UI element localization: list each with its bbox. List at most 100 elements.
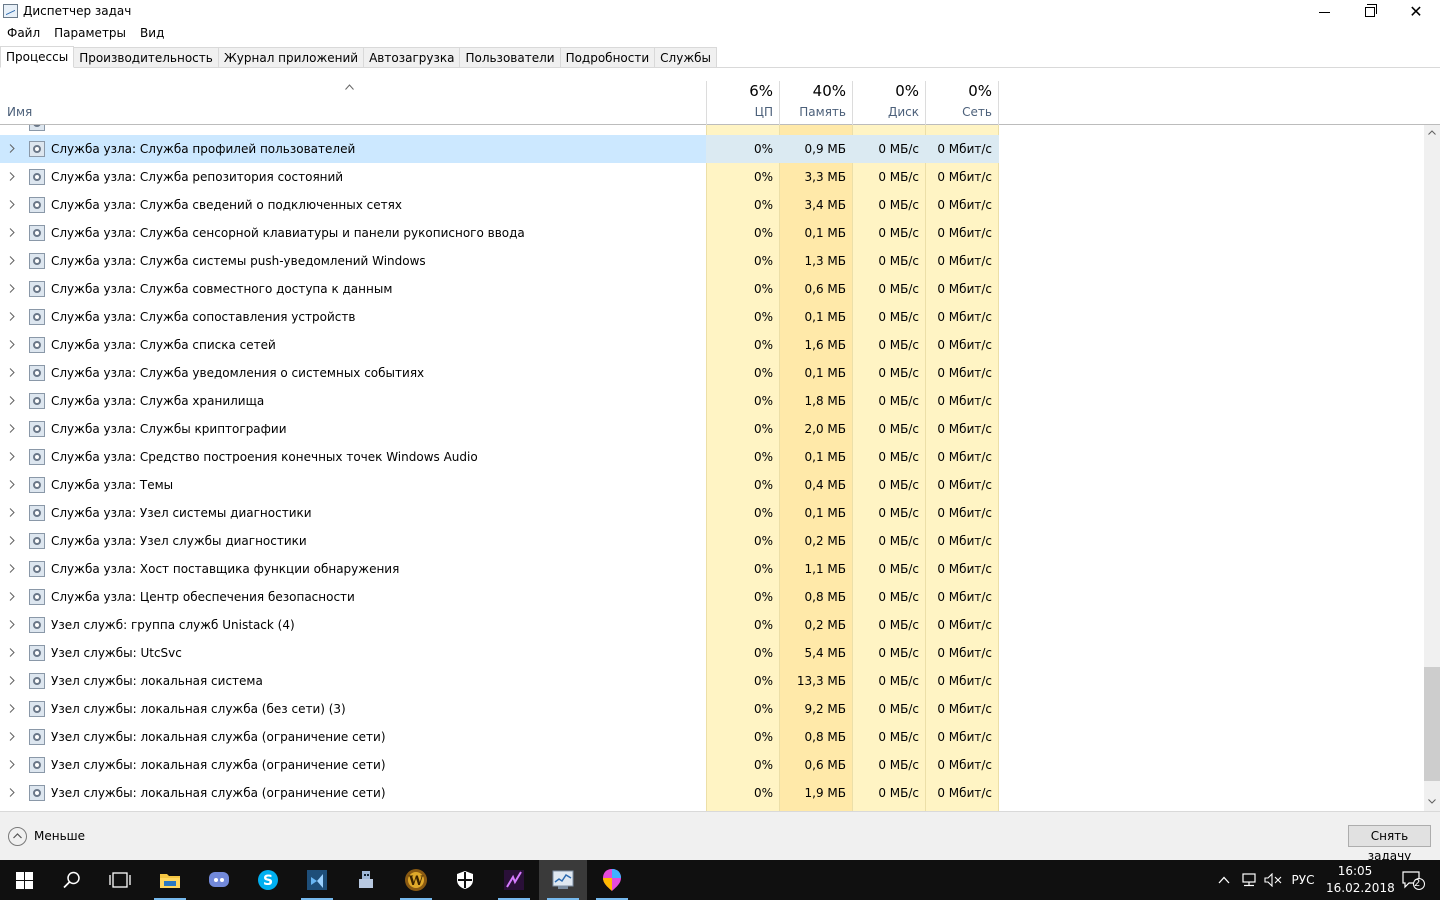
expand-chevron-icon[interactable]: [9, 256, 15, 265]
expand-chevron-icon[interactable]: [9, 732, 15, 741]
table-row[interactable]: Служба узла: Служба списка сетей 0% 1,6 МБ…: [0, 331, 999, 359]
table-row[interactable]: Служба узла: Служба совместного доступа …: [0, 275, 999, 303]
table-row[interactable]: Служба узла: Служба профилей пользовател…: [0, 135, 999, 163]
table-row[interactable]: Узел службы: локальная система 0% 13,3 МБ 0…: [0, 667, 999, 695]
close-button[interactable]: ✕: [1393, 0, 1439, 24]
column-cpu[interactable]: 6% ЦП: [706, 81, 779, 125]
expand-chevron-icon[interactable]: [9, 424, 15, 433]
expand-chevron-icon[interactable]: [9, 788, 15, 797]
table-row[interactable]: Служба узла: Средство построения конечны…: [0, 443, 999, 471]
process-name: Служба узла: Служба системы push-уведомл…: [51, 254, 426, 268]
table-row[interactable]: Служба узла: Служба сенсорной клавиатуры…: [0, 219, 999, 247]
maximize-button[interactable]: [1347, 0, 1393, 24]
show-hidden-icons-button[interactable]: [1214, 860, 1234, 900]
table-row[interactable]: Узел службы: локальная служба (без сети)…: [0, 695, 999, 723]
start-button[interactable]: [0, 860, 48, 900]
tab-users[interactable]: Пользователи: [460, 47, 561, 68]
clock[interactable]: 16:05 16.02.2018: [1326, 863, 1395, 897]
column-name[interactable]: Имя: [7, 105, 32, 119]
taskbar-discord[interactable]: [195, 860, 243, 900]
table-row[interactable]: Служба узла: Службы криптографии 0% 2,0 МБ…: [0, 415, 999, 443]
table-row[interactable]: Узел службы: локальная служба (ограничен…: [0, 779, 999, 807]
tab-services[interactable]: Службы: [655, 47, 718, 68]
service-gear-icon: [29, 785, 45, 801]
table-row[interactable]: Узел службы: UtcSvc 0% 5,4 МБ 0 МБ/с 0 Мбит/…: [0, 639, 999, 667]
table-row[interactable]: Служба узла: Узел системы диагностики 0% 0…: [0, 499, 999, 527]
expand-chevron-icon[interactable]: [9, 508, 15, 517]
table-row[interactable]: Служба узла: Центр обеспечения безопасно…: [0, 583, 999, 611]
task-view-button[interactable]: [96, 860, 144, 900]
action-center-button[interactable]: 2: [1393, 860, 1433, 900]
expand-chevron-icon[interactable]: [9, 396, 15, 405]
tab-processes[interactable]: Процессы: [0, 46, 75, 68]
process-network: 0 Мбит/с: [937, 170, 992, 184]
taskbar-visual-studio[interactable]: [293, 860, 341, 900]
table-row[interactable]: Узел службы: локальная служба (ограничен…: [0, 723, 999, 751]
expand-chevron-icon[interactable]: [9, 284, 15, 293]
expand-chevron-icon[interactable]: [9, 144, 15, 153]
tab-app-history[interactable]: Журнал приложений: [218, 47, 365, 68]
minimize-button[interactable]: [1301, 0, 1347, 24]
column-disk[interactable]: 0% Диск: [852, 81, 925, 125]
table-row[interactable]: Служба узла: Служба системы push-уведомл…: [0, 247, 999, 275]
taskbar-paint-3d[interactable]: [588, 860, 636, 900]
expand-chevron-icon[interactable]: [9, 172, 15, 181]
taskbar-windows-defender[interactable]: [441, 860, 489, 900]
expand-chevron-icon[interactable]: [9, 480, 15, 489]
table-row[interactable]: Служба узла: Темы 0% 0,4 МБ 0 МБ/с 0 Мбит/с: [0, 471, 999, 499]
table-row[interactable]: Служба узла: Служба хранилища 0% 1,8 МБ 0 М…: [0, 387, 999, 415]
tab-performance[interactable]: Производительность: [74, 47, 219, 68]
taskbar-task-manager[interactable]: [539, 860, 587, 900]
table-row[interactable]: Служба узла: Узел службы диагностики 0% 0,…: [0, 527, 999, 555]
column-network[interactable]: 0% Сеть: [925, 81, 999, 125]
taskbar-skype[interactable]: S: [244, 860, 292, 900]
table-row[interactable]: Служба узла: Служба репозитория состояни…: [0, 163, 999, 191]
process-memory: 1,6 МБ: [804, 338, 846, 352]
expand-chevron-icon[interactable]: [9, 760, 15, 769]
scroll-down-arrow-icon[interactable]: [1428, 799, 1436, 804]
taskbar-file-explorer[interactable]: [146, 860, 194, 900]
language-indicator[interactable]: РУС: [1288, 860, 1318, 900]
expand-chevron-icon[interactable]: [9, 452, 15, 461]
expand-chevron-icon[interactable]: [9, 200, 15, 209]
fewer-details-link[interactable]: Меньше: [34, 829, 85, 843]
expand-chevron-icon[interactable]: [9, 704, 15, 713]
taskbar-game-app[interactable]: [342, 860, 390, 900]
tab-details[interactable]: Подробности: [560, 47, 656, 68]
volume-tray-button[interactable]: [1262, 860, 1284, 900]
table-row-clipped[interactable]: [0, 125, 999, 135]
expand-chevron-icon[interactable]: [9, 564, 15, 573]
expand-chevron-icon[interactable]: [9, 592, 15, 601]
table-row[interactable]: Узел служб: группа служб Unistack (4) 0% 0…: [0, 611, 999, 639]
expand-chevron-icon[interactable]: [9, 620, 15, 629]
table-row[interactable]: Служба узла: Служба уведомления о систем…: [0, 359, 999, 387]
tab-startup[interactable]: Автозагрузка: [364, 47, 461, 68]
scrollbar-thumb[interactable]: [1424, 667, 1440, 781]
expand-chevron-icon[interactable]: [9, 368, 15, 377]
menu-view[interactable]: Вид: [133, 24, 171, 43]
table-row[interactable]: Служба узла: Хост поставщика функции обн…: [0, 555, 999, 583]
table-row[interactable]: Служба узла: Служба сведений о подключен…: [0, 191, 999, 219]
table-row[interactable]: Служба узла: Служба сопоставления устрой…: [0, 303, 999, 331]
menu-file[interactable]: Файл: [0, 24, 47, 43]
taskbar-purple-app[interactable]: [490, 860, 538, 900]
expand-chevron-icon[interactable]: [9, 536, 15, 545]
sort-ascending-icon[interactable]: [345, 84, 354, 90]
expand-chevron-icon[interactable]: [9, 312, 15, 321]
expand-chevron-icon[interactable]: [9, 676, 15, 685]
network-tray-button[interactable]: [1238, 860, 1260, 900]
taskbar-warcraft[interactable]: W: [392, 860, 440, 900]
process-memory: 3,3 МБ: [804, 170, 846, 184]
expand-chevron-icon[interactable]: [9, 228, 15, 237]
column-memory[interactable]: 40% Память: [779, 81, 852, 125]
expand-chevron-icon[interactable]: [9, 340, 15, 349]
vertical-scrollbar[interactable]: [1424, 125, 1440, 811]
expand-chevron-icon[interactable]: [9, 648, 15, 657]
fewer-details-icon[interactable]: [8, 827, 27, 846]
end-task-button[interactable]: Снять задачу: [1348, 825, 1431, 863]
menu-options[interactable]: Параметры: [47, 24, 133, 43]
scroll-up-arrow-icon[interactable]: [1428, 130, 1436, 135]
table-row[interactable]: Узел службы: локальная служба (ограничен…: [0, 751, 999, 779]
service-gear-icon: [29, 169, 45, 185]
search-button[interactable]: [48, 860, 96, 900]
